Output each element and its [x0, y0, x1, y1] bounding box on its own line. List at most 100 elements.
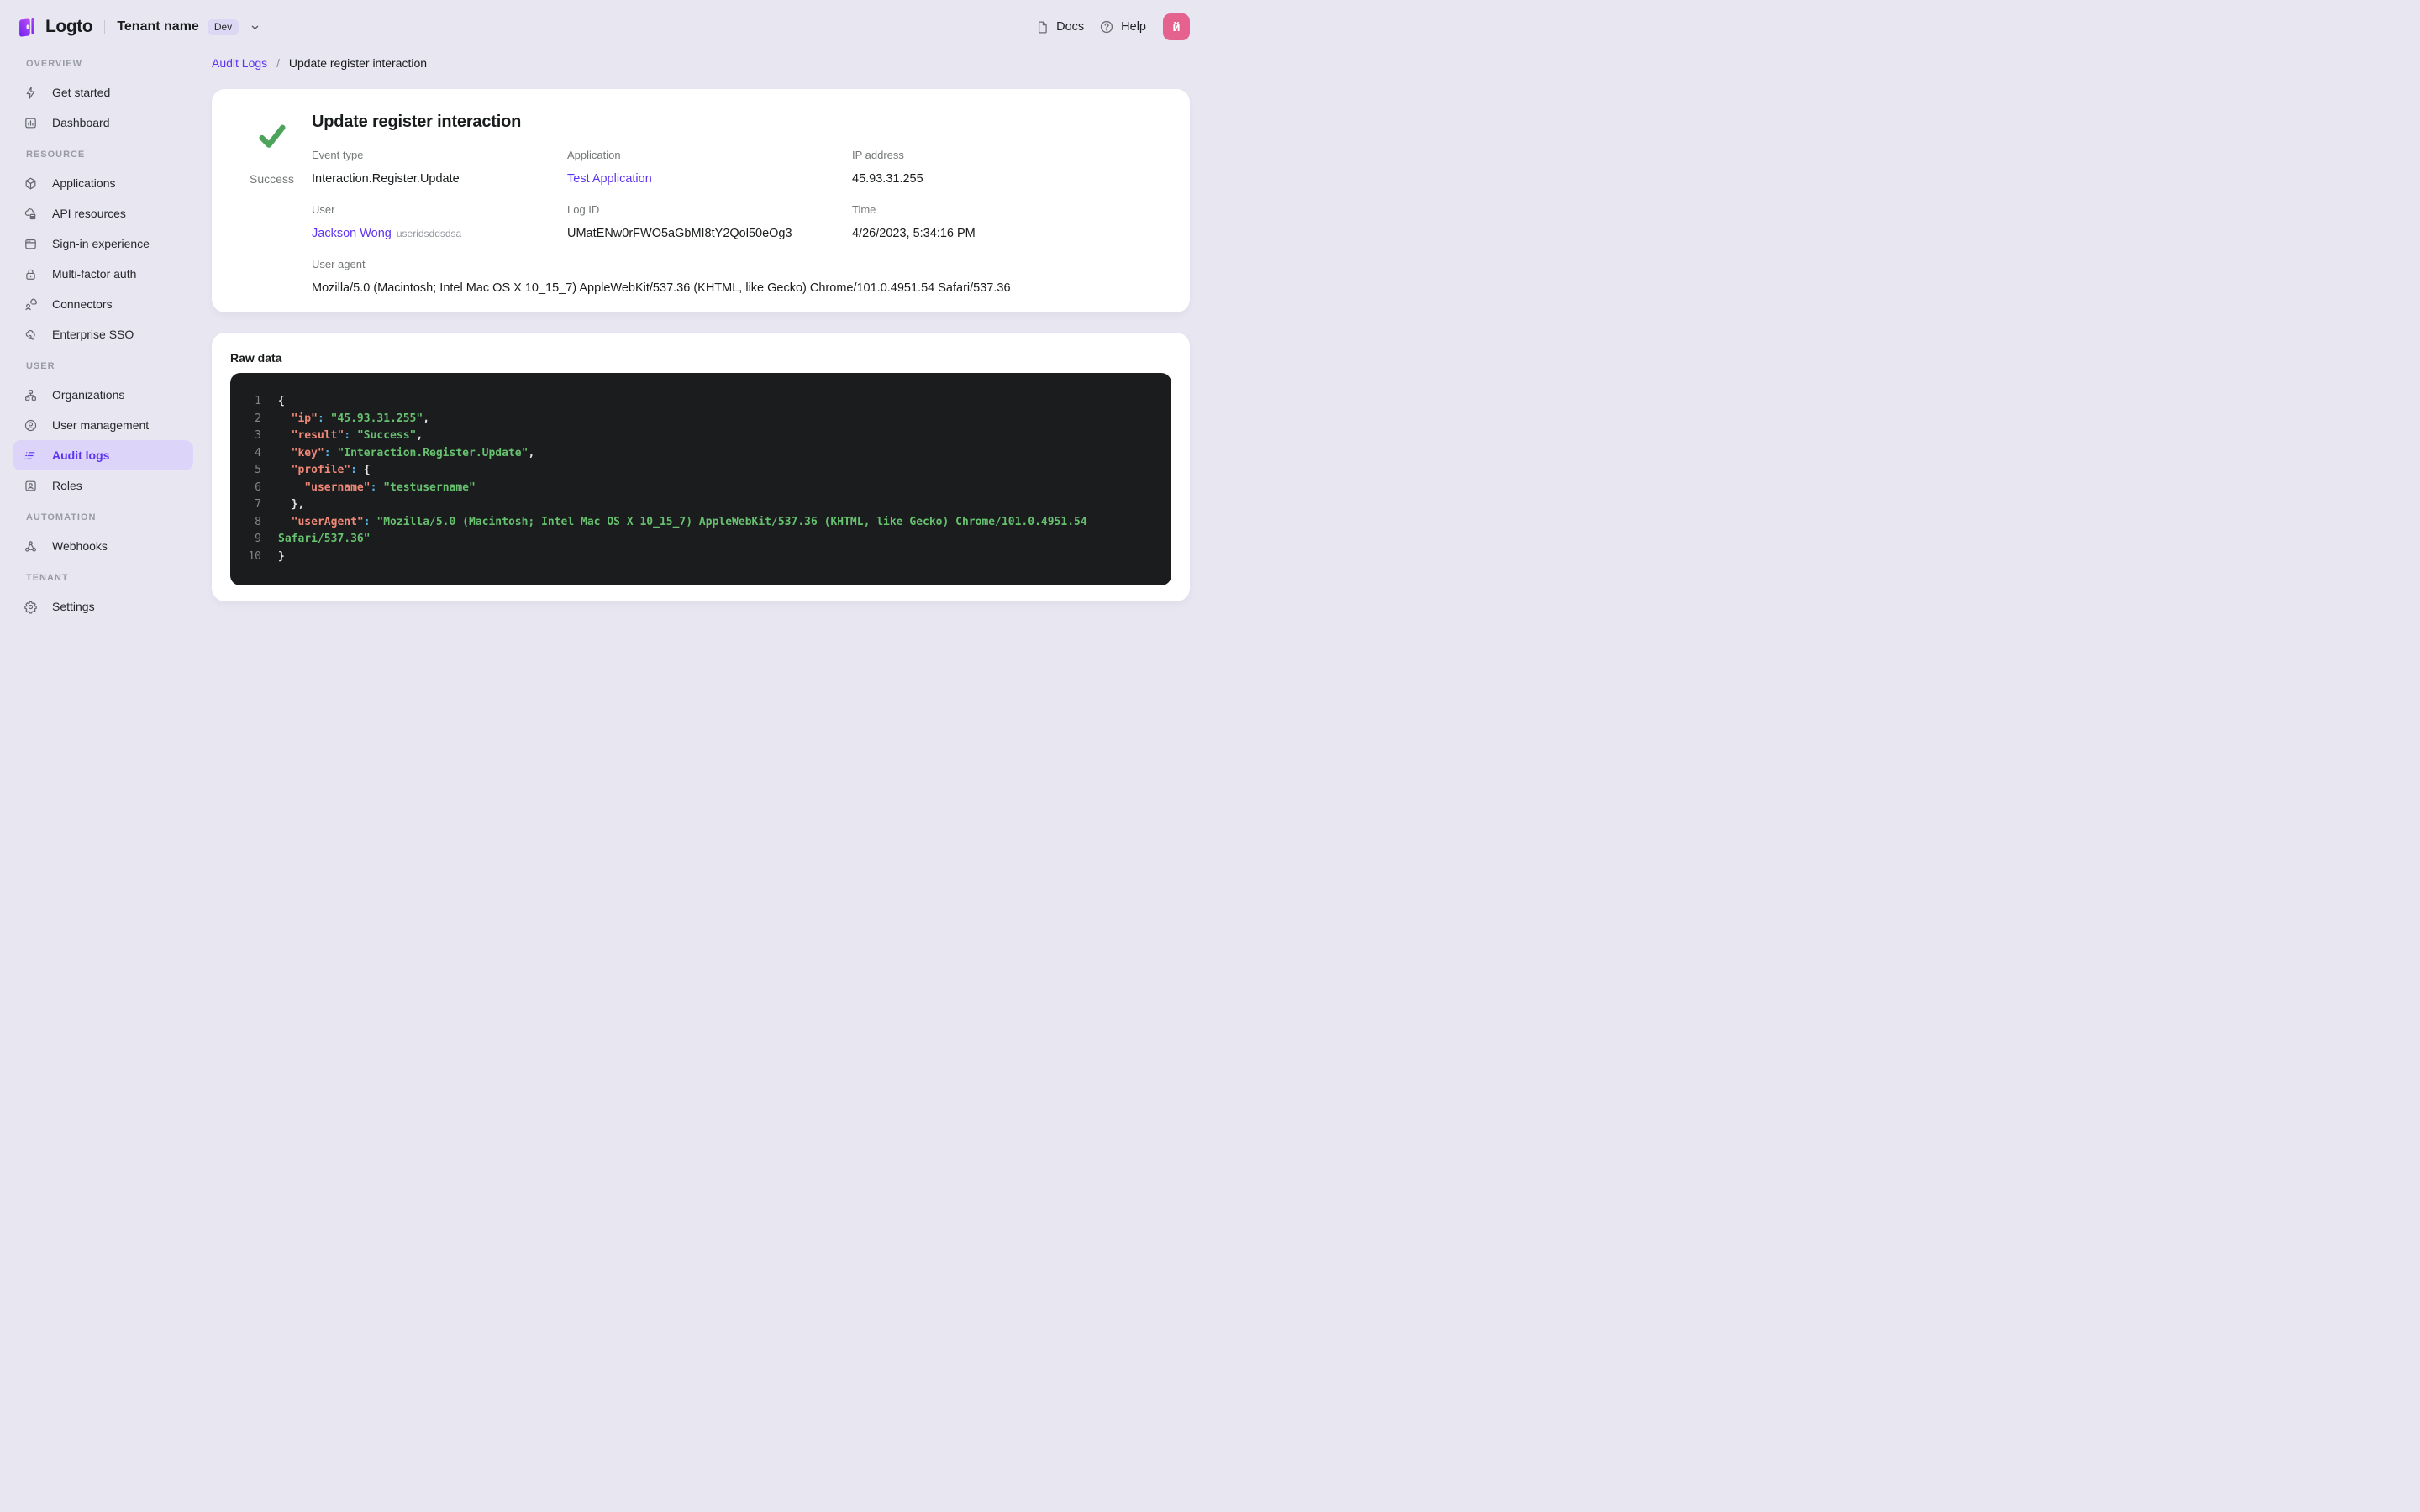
sidebar-item-get-started[interactable]: Get started: [13, 77, 193, 108]
logto-logo[interactable]: Logto: [14, 14, 93, 39]
sidebar-section-label: RESOURCE: [26, 150, 86, 160]
sidebar-item-label: Applications: [52, 176, 116, 190]
field-label: User: [312, 203, 335, 216]
field-value: UMatENw0rFWO5aGbMI8tY2Qol50eOg3: [567, 227, 852, 241]
sidebar-item-enterprise-sso[interactable]: Enterprise SSO: [13, 319, 193, 349]
field-user: User Jackson Wong useridsddsdsa: [312, 203, 567, 241]
sidebar-item-label: Organizations: [52, 388, 125, 402]
line-content: "key": "Interaction.Register.Update",: [291, 446, 535, 459]
sidebar-section-label: TENANT: [26, 573, 69, 583]
line-content: "userAgent": "Mozilla/5.0 (Macintosh; In…: [291, 515, 1087, 528]
breadcrumb-audit-logs-link[interactable]: Audit Logs: [212, 56, 267, 70]
logto-logo-icon: [14, 14, 39, 39]
sidebar-item-label: Roles: [52, 479, 82, 492]
field-ip-address: IP address 45.93.31.255: [852, 149, 1170, 186]
field-event-type: Event type Interaction.Register.Update: [312, 149, 567, 186]
field-label: User agent: [312, 258, 366, 270]
field-value: 4/26/2023, 5:34:16 PM: [852, 227, 1170, 241]
code-line: 10}: [230, 549, 1158, 566]
line-content: "profile": {: [291, 464, 371, 476]
line-content: }: [278, 549, 285, 563]
field-label: Log ID: [567, 203, 600, 216]
field-value-link[interactable]: Test Application: [567, 172, 652, 186]
code-line: 5 "profile": {: [230, 462, 1158, 480]
sidebar-item-api-resources[interactable]: API resources: [13, 198, 193, 228]
docs-button[interactable]: Docs: [1035, 20, 1084, 34]
line-number: 6: [255, 480, 261, 494]
page-title: Update register interaction: [312, 113, 522, 131]
field-value: Interaction.Register.Update: [312, 172, 567, 186]
lightning-icon: [24, 86, 38, 100]
sidebar-item-label: Sign-in experience: [52, 237, 150, 250]
cube-icon: [24, 176, 38, 191]
sidebar-item-label: Multi-factor auth: [52, 267, 137, 281]
code-line: 2 "ip": "45.93.31.255",: [230, 411, 1158, 428]
sidebar-item-settings[interactable]: Settings: [13, 591, 193, 622]
tenant-selector[interactable]: Tenant name Dev: [117, 18, 261, 35]
sidebar-section-overview: OVERVIEW Get started Dashboard: [13, 59, 193, 138]
field-value-link[interactable]: Jackson Wong: [312, 227, 392, 240]
code-line: 4 "key": "Interaction.Register.Update",: [230, 445, 1158, 463]
sidebar-item-multi-factor-auth[interactable]: Multi-factor auth: [13, 259, 193, 289]
sidebar-item-sign-in-experience[interactable]: Sign-in experience: [13, 228, 193, 259]
user-circle-icon: [24, 418, 38, 433]
connector-icon: [24, 297, 38, 312]
sidebar-item-label: User management: [52, 418, 150, 432]
field-label: Application: [567, 149, 621, 161]
cloud-stack-icon: [24, 207, 38, 221]
code-line: 6 "username": "testusername": [230, 480, 1158, 497]
breadcrumb-current: Update register interaction: [288, 56, 428, 70]
log-detail-card: Success Update register interaction Even…: [212, 89, 1190, 312]
field-value-text: UMatENw0rFWO5aGbMI8tY2Qol50eOg3: [567, 227, 792, 240]
field-time: Time 4/26/2023, 5:34:16 PM: [852, 203, 1170, 241]
sidebar-item-label: Connectors: [52, 297, 113, 311]
sidebar-item-label: Webhooks: [52, 539, 108, 553]
field-value: Mozilla/5.0 (Macintosh; Intel Mac OS X 1…: [312, 281, 1170, 296]
status-label: Success: [250, 172, 294, 186]
line-number: 1: [255, 395, 261, 407]
env-badge: Dev: [207, 18, 239, 35]
code-line: 7 },: [230, 496, 1158, 514]
sidebar-item-organizations[interactable]: Organizations: [13, 380, 193, 410]
gear-icon: [24, 600, 38, 614]
sidebar-item-connectors[interactable]: Connectors: [13, 289, 193, 319]
help-label: Help: [1121, 20, 1146, 34]
sidebar-item-roles[interactable]: Roles: [13, 470, 193, 501]
line-number: 4: [255, 446, 261, 459]
field-label: IP address: [852, 149, 904, 161]
sidebar-item-audit-logs[interactable]: Audit logs: [13, 440, 193, 470]
sidebar-item-webhooks[interactable]: Webhooks: [13, 531, 193, 561]
line-number: 10: [248, 549, 261, 563]
line-content: {: [278, 395, 285, 407]
docs-label: Docs: [1056, 20, 1085, 34]
sidebar-section-tenant: TENANT Settings: [13, 573, 193, 622]
sidebar-section-label: USER: [26, 361, 55, 371]
code-line: 8 "userAgent": "Mozilla/5.0 (Macintosh; …: [230, 514, 1158, 532]
line-number: 2: [255, 412, 261, 425]
sidebar-section-user: USER Organizations User management Audit lo…: [13, 361, 193, 501]
sidebar-item-user-management[interactable]: User management: [13, 410, 193, 440]
list-icon: [24, 449, 38, 463]
code-line: 9 Safari/537.36": [230, 531, 1158, 549]
field-value-text: 45.93.31.255: [852, 172, 923, 186]
field-value-text: Mozilla/5.0 (Macintosh; Intel Mac OS X 1…: [312, 281, 1011, 295]
browser-icon: [24, 237, 38, 251]
sidebar-item-label: Settings: [52, 600, 95, 613]
field-user-agent: User agent Mozilla/5.0 (Macintosh; Intel …: [312, 258, 1170, 296]
tenant-name: Tenant name: [117, 19, 199, 34]
avatar[interactable]: й: [1163, 13, 1190, 40]
lock-icon: [24, 267, 38, 281]
line-content: "ip": "45.93.31.255",: [291, 412, 430, 425]
help-circle-icon: [1099, 19, 1114, 34]
sidebar-section-label: OVERVIEW: [26, 59, 83, 69]
line-content: "result": "Success",: [291, 429, 424, 442]
help-button[interactable]: Help: [1099, 19, 1146, 34]
sidebar-item-applications[interactable]: Applications: [13, 168, 193, 198]
org-chart-icon: [24, 388, 38, 402]
document-icon: [1035, 20, 1050, 34]
sidebar-item-dashboard[interactable]: Dashboard: [13, 108, 193, 138]
line-content: },: [291, 498, 305, 511]
line-number: 3: [255, 429, 261, 442]
field-value-text: 4/26/2023, 5:34:16 PM: [852, 227, 976, 240]
sidebar-item-label: Dashboard: [52, 116, 110, 129]
